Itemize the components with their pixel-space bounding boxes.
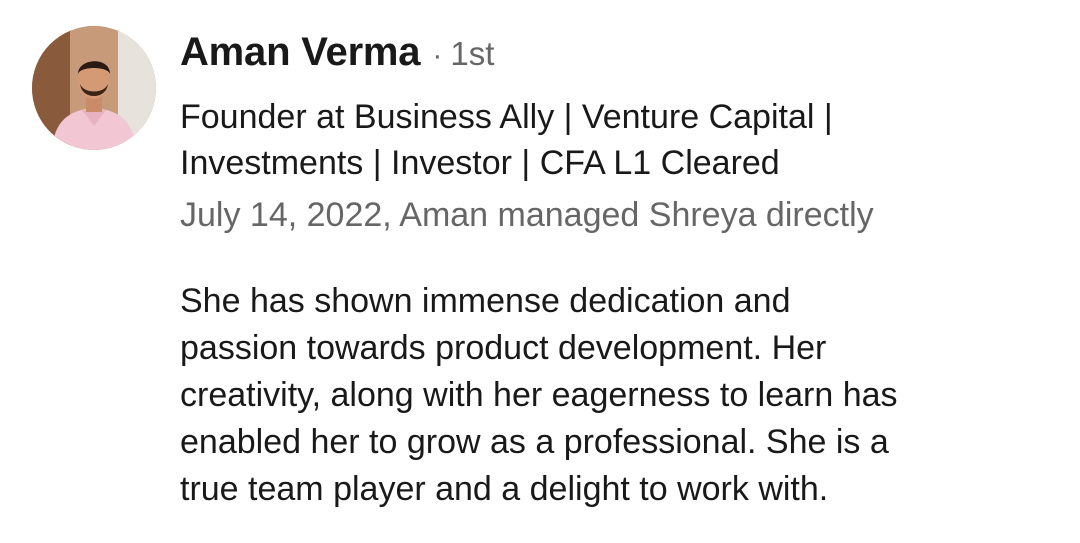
recommendation-meta: July 14, 2022, Aman managed Shreya direc… <box>180 196 874 234</box>
connection-degree: 1st <box>450 35 495 72</box>
recommendation-text-line: creativity, along with her eagerness to … <box>180 376 898 414</box>
recommendation-content: Aman Verma · 1st Founder at Business All… <box>180 30 1060 513</box>
author-avatar[interactable] <box>32 26 156 150</box>
author-headline-line: Founder at Business Ally | Venture Capit… <box>180 98 833 136</box>
recommendation-text-line: passion towards product development. Her <box>180 329 827 367</box>
author-name-row: Aman Verma · 1st <box>180 30 1060 90</box>
author-name[interactable]: Aman Verma <box>180 30 421 75</box>
separator-dot: · <box>432 39 443 72</box>
recommendation-text-line: true team player and a delight to work w… <box>180 470 829 508</box>
profile-photo-icon <box>32 26 156 150</box>
recommendation-text-line: She has shown immense dedication and <box>180 282 791 320</box>
author-headline: Founder at Business Ally | Venture Capit… <box>180 94 980 186</box>
recommendation-text: She has shown immense dedication and pas… <box>180 278 1040 513</box>
author-headline-line: Investments | Investor | CFA L1 Cleared <box>180 144 780 182</box>
recommendation-text-line: enabled her to grow as a professional. S… <box>180 423 889 461</box>
recommendation-card: Aman Verma · 1st Founder at Business All… <box>0 0 1080 543</box>
